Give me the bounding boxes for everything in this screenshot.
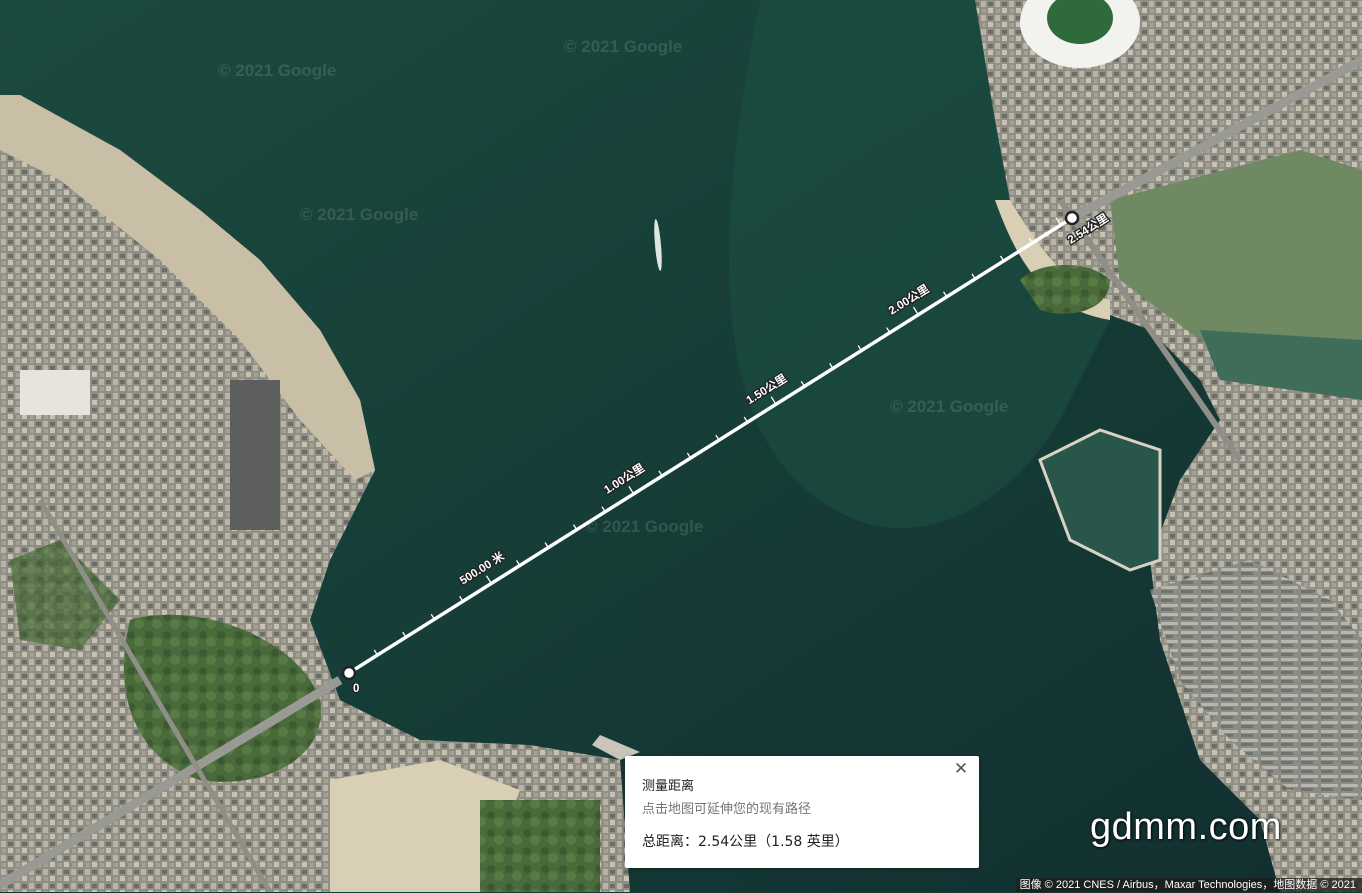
site-watermark: gdmm.com [1090,806,1282,848]
google-watermark: © 2021 Google [564,37,683,56]
panel-hint: 点击地图可延伸您的现有路径 [642,802,812,817]
total-distance: 总距离：2.54公里（1.58 英里） [642,834,849,850]
google-watermark: © 2021 Google [218,61,337,80]
measure-start-point[interactable] [341,665,357,681]
measure-end-point[interactable] [1064,210,1080,226]
south-green [480,800,600,892]
measure-start-label: 0 [353,683,359,695]
panel-title: 测量距离 [642,779,695,794]
google-watermark: © 2021 Google [890,397,1009,416]
google-watermark: © 2021 Google [585,517,704,536]
map-attribution: 图像 © 2021 CNES / Airbus，Maxar Technologi… [1015,878,1362,892]
google-watermark: © 2021 Google [300,205,419,224]
warehouse-roof [20,370,90,415]
measure-distance-panel: 测量距离 点击地图可延伸您的现有路径 总距离：2.54公里（1.58 英里） ✕ [625,756,979,868]
tower-block [230,380,280,530]
close-icon[interactable]: ✕ [949,758,973,780]
